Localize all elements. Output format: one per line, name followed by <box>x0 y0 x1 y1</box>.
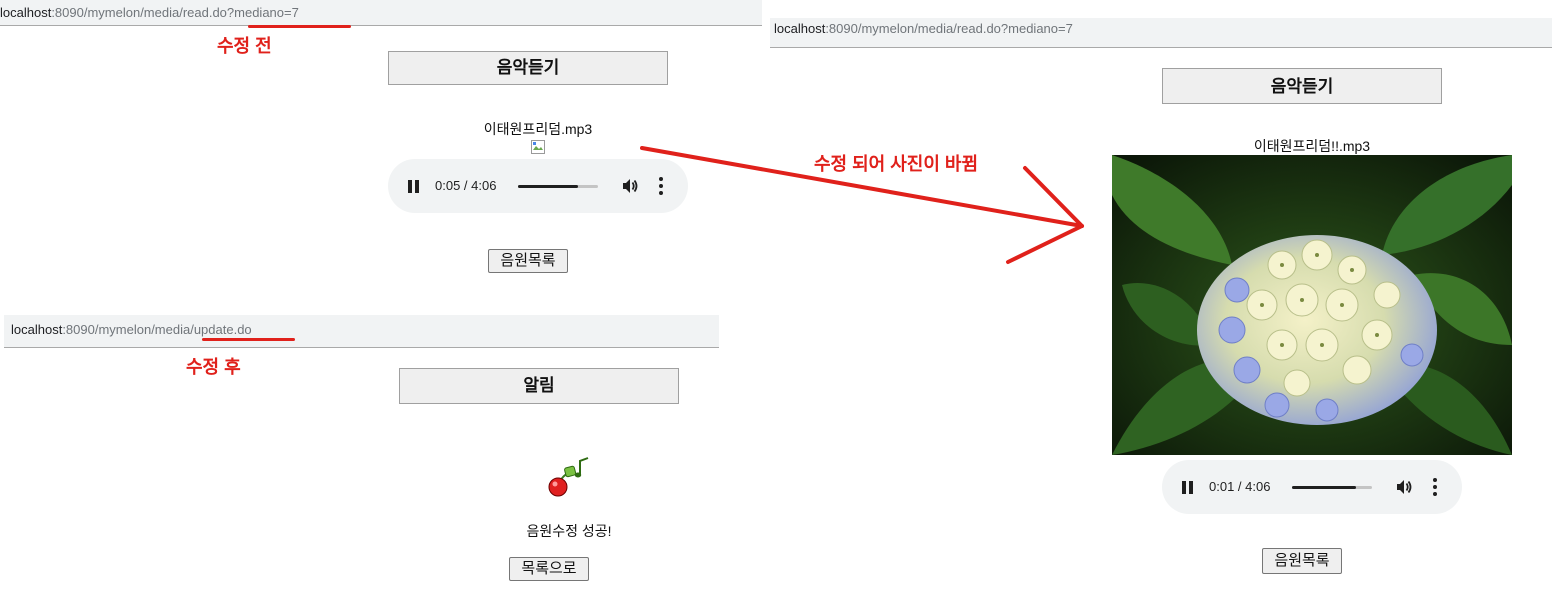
back-to-list-button[interactable]: 목록으로 <box>509 557 589 581</box>
after-note: 수정 후 <box>186 357 241 377</box>
annotation-arrow <box>630 140 1100 270</box>
media-list-button[interactable]: 음원목록 <box>488 249 568 273</box>
url-path: :8090/mymelon/media/read.do?mediano=7 <box>51 5 299 20</box>
page-title-result: 음악듣기 <box>1162 68 1442 104</box>
player-time: 0:05 / 4:06 <box>435 178 497 193</box>
pause-icon[interactable] <box>408 180 420 193</box>
hydrangea-photo <box>1112 155 1512 455</box>
url-path: :8090/mymelon/media/update.do <box>62 322 252 337</box>
seek-progress <box>518 185 578 188</box>
audio-player-result[interactable]: 0:01 / 4:06 <box>1162 460 1462 514</box>
volume-icon[interactable] <box>1394 477 1414 497</box>
filename-result: 이태원프리덤!!.mp3 <box>1253 138 1371 154</box>
url-host: localhost <box>11 322 63 337</box>
address-bar-result[interactable]: localhost:8090/mymelon/media/read.do?med… <box>770 18 1552 48</box>
page-title-before: 음악듣기 <box>388 51 668 85</box>
seek-bar[interactable] <box>518 185 598 188</box>
seek-bar[interactable] <box>1292 486 1372 489</box>
url-host: localhost <box>774 21 826 36</box>
filename-before: 이태원프리덤.mp3 <box>483 121 593 137</box>
before-note: 수정 전 <box>217 36 272 56</box>
url-underline <box>248 25 351 28</box>
status-message: 음원수정 성공! <box>526 523 612 539</box>
url-underline <box>202 338 295 341</box>
url-host: localhost <box>0 5 52 20</box>
cherry-music-icon <box>545 455 593 499</box>
address-bar-after[interactable]: localhost:8090/mymelon/media/update.do <box>4 315 719 348</box>
media-list-button[interactable]: 음원목록 <box>1262 548 1342 574</box>
pause-icon[interactable] <box>1182 481 1194 494</box>
broken-image-icon <box>531 140 545 154</box>
seek-progress <box>1292 486 1356 489</box>
more-vert-icon[interactable] <box>1433 478 1437 496</box>
player-time: 0:01 / 4:06 <box>1209 479 1271 494</box>
page-title-after: 알림 <box>399 368 679 404</box>
url-path: :8090/mymelon/media/read.do?mediano=7 <box>825 21 1073 36</box>
address-bar-before[interactable]: localhost:8090/mymelon/media/read.do?med… <box>0 0 762 26</box>
